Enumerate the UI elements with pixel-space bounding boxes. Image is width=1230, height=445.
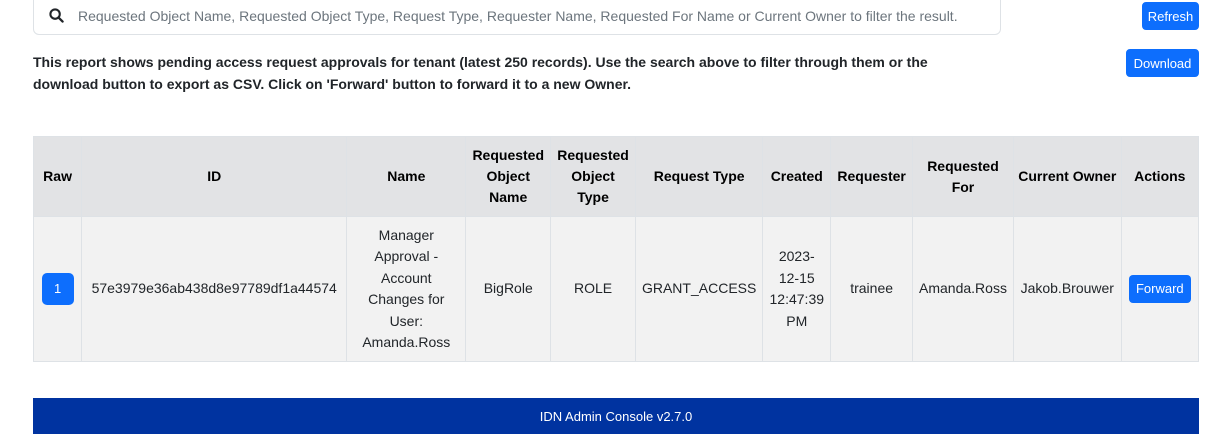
search-input[interactable] [78,0,1000,34]
column-header-raw: Raw [32,136,83,217]
column-header-id: ID [81,136,348,217]
footer-version-text: IDN Admin Console v2.7.0 [539,408,693,424]
cell-request-type: GRANT_ACCESS [634,216,764,362]
column-header-request-type: Request Type [634,136,764,217]
download-button[interactable]: Download [1126,49,1199,77]
table-header-row: Raw ID Name Requested Object Name Reques… [32,136,1200,217]
report-description: This report shows pending access request… [33,54,928,92]
column-header-actions: Actions [1120,136,1200,217]
approvals-table: Raw ID Name Requested Object Name Reques… [32,136,1200,362]
raw-button[interactable]: 1 [41,273,74,305]
column-header-requested-object-type: Requested Object Type [550,136,636,217]
refresh-button[interactable]: Refresh [1142,2,1199,30]
column-header-requested-for: Requested For [912,136,1014,217]
cell-actions: Forward [1120,216,1200,362]
search-icon [34,8,78,23]
cell-requester: trainee [830,216,914,362]
column-header-name: Name [346,136,467,217]
footer: IDN Admin Console v2.7.0 [33,398,1199,434]
cell-raw: 1 [32,216,83,362]
column-header-requester: Requester [830,136,914,217]
column-header-requested-object-name: Requested Object Name [465,136,552,217]
cell-created: 2023-12-15 12:47:39 PM [762,216,832,362]
cell-current-owner: Jakob.Brouwer [1012,216,1122,362]
table-row: 1 57e3979e36ab438d8e97789df1a44574 Manag… [32,216,1200,362]
cell-requested-for: Amanda.Ross [912,216,1014,362]
cell-id: 57e3979e36ab438d8e97789df1a44574 [81,216,348,362]
cell-requested-object-name: BigRole [465,216,552,362]
cell-requested-object-type: ROLE [550,216,636,362]
forward-button[interactable]: Forward [1128,275,1191,303]
column-header-current-owner: Current Owner [1012,136,1122,217]
search-bar [33,0,1001,35]
cell-name: Manager Approval - Account Changes for U… [346,216,467,362]
column-header-created: Created [762,136,832,217]
